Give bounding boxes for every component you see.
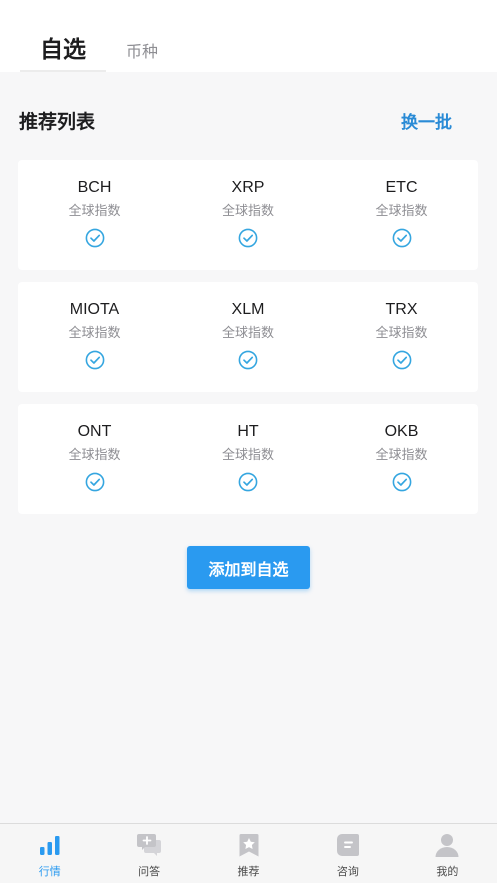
coin-item[interactable]: OKB 全球指数 bbox=[325, 404, 478, 514]
coin-item[interactable]: XRP 全球指数 bbox=[171, 160, 325, 270]
check-circle-icon[interactable] bbox=[392, 350, 412, 370]
tab-watchlist[interactable]: 自选 bbox=[40, 30, 86, 64]
coin-symbol: ETC bbox=[385, 179, 418, 196]
recommend-card: BCH 全球指数 XRP 全球指数 ETC 全球指数 bbox=[18, 160, 478, 270]
check-circle-icon[interactable] bbox=[238, 350, 258, 370]
coin-symbol: ONT bbox=[77, 423, 112, 440]
check-circle-icon[interactable] bbox=[238, 472, 258, 492]
tab-active-indicator bbox=[20, 70, 106, 72]
recommend-card: MIOTA 全球指数 XLM 全球指数 TRX 全球指数 bbox=[18, 282, 478, 392]
nav-label: 问答 bbox=[138, 865, 161, 878]
coin-symbol: OKB bbox=[384, 423, 419, 440]
add-to-watchlist-button[interactable]: 添加到自选 bbox=[187, 546, 310, 589]
check-circle-icon[interactable] bbox=[85, 228, 105, 248]
coin-item[interactable]: ETC 全球指数 bbox=[325, 160, 478, 270]
coin-item[interactable]: TRX 全球指数 bbox=[325, 282, 478, 392]
coin-subtitle: 全球指数 bbox=[375, 204, 428, 219]
coin-item[interactable]: HT 全球指数 bbox=[171, 404, 325, 514]
nav-item-news[interactable]: 咨询 bbox=[298, 824, 397, 883]
nav-label: 咨询 bbox=[336, 865, 359, 878]
coin-subtitle: 全球指数 bbox=[375, 448, 428, 463]
coin-subtitle: 全球指数 bbox=[375, 326, 428, 341]
coin-subtitle: 全球指数 bbox=[221, 204, 274, 219]
nav-label: 行情 bbox=[38, 865, 61, 878]
check-circle-icon[interactable] bbox=[392, 472, 412, 492]
top-bar: 自选 币种 bbox=[0, 0, 497, 72]
coin-subtitle: 全球指数 bbox=[68, 448, 121, 463]
coin-symbol: BCH bbox=[77, 179, 112, 196]
coin-symbol: XLM bbox=[231, 301, 265, 318]
section-title: 推荐列表 bbox=[19, 111, 96, 133]
coin-item[interactable]: BCH 全球指数 bbox=[18, 160, 171, 270]
recommend-card: ONT 全球指数 HT 全球指数 OKB 全球指数 bbox=[18, 404, 478, 514]
check-circle-icon[interactable] bbox=[238, 228, 258, 248]
nav-label: 推荐 bbox=[237, 865, 260, 878]
refresh-button[interactable]: 换一批 bbox=[401, 108, 452, 133]
coin-subtitle: 全球指数 bbox=[221, 448, 274, 463]
user-icon bbox=[435, 834, 459, 857]
coin-item[interactable]: ONT 全球指数 bbox=[18, 404, 171, 514]
coin-symbol: HT bbox=[237, 423, 259, 440]
check-circle-icon[interactable] bbox=[392, 228, 412, 248]
tab-coins[interactable]: 币种 bbox=[126, 38, 158, 62]
nav-item-profile[interactable]: 我的 bbox=[398, 824, 497, 883]
nav-label: 我的 bbox=[436, 865, 459, 878]
coin-subtitle: 全球指数 bbox=[68, 204, 121, 219]
chat-bubble-icon bbox=[137, 834, 162, 856]
bottom-nav: 行情 问答 推荐 咨询 我的 bbox=[0, 823, 497, 883]
news-icon bbox=[336, 834, 359, 856]
nav-item-qa[interactable]: 问答 bbox=[99, 824, 198, 883]
nav-item-market[interactable]: 行情 bbox=[0, 824, 99, 883]
coin-item[interactable]: XLM 全球指数 bbox=[171, 282, 325, 392]
coin-item[interactable]: MIOTA 全球指数 bbox=[18, 282, 171, 392]
check-circle-icon[interactable] bbox=[85, 350, 105, 370]
bookmark-star-icon bbox=[239, 834, 259, 857]
bar-chart-icon bbox=[39, 836, 60, 855]
coin-symbol: TRX bbox=[385, 301, 418, 318]
coin-symbol: MIOTA bbox=[69, 301, 120, 318]
coin-subtitle: 全球指数 bbox=[221, 326, 274, 341]
nav-item-recommend[interactable]: 推荐 bbox=[199, 824, 298, 883]
coin-subtitle: 全球指数 bbox=[68, 326, 121, 341]
check-circle-icon[interactable] bbox=[85, 472, 105, 492]
coin-symbol: XRP bbox=[231, 179, 265, 196]
